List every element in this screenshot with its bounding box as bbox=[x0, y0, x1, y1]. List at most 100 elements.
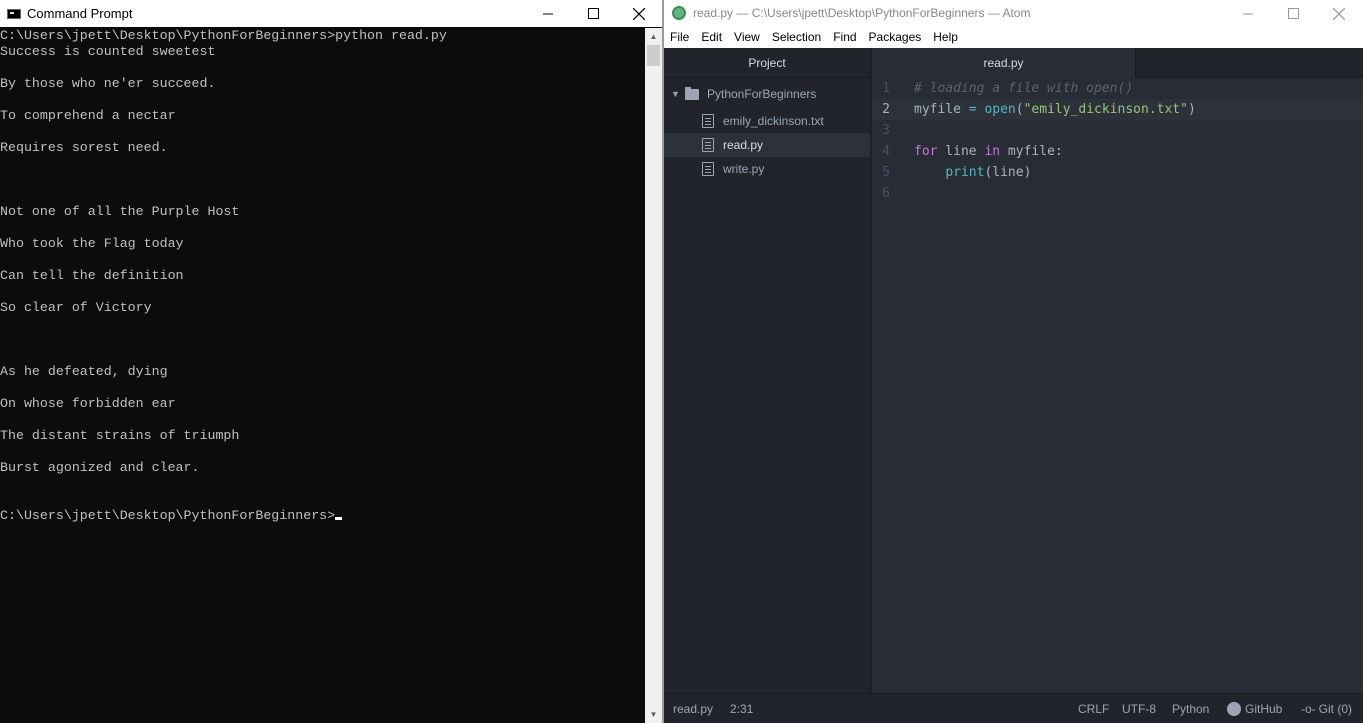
tab-read-py[interactable]: read.py bbox=[872, 48, 1136, 78]
menu-edit[interactable]: Edit bbox=[695, 30, 728, 44]
code-variable: myfile: bbox=[1000, 144, 1063, 159]
console-line: As he defeated, dying bbox=[0, 364, 168, 379]
tree-root-folder[interactable]: ▼ PythonForBeginners bbox=[664, 79, 870, 109]
console-icon bbox=[7, 8, 21, 19]
scroll-up-icon[interactable]: ▲ bbox=[645, 28, 662, 45]
menu-find[interactable]: Find bbox=[827, 30, 862, 44]
menu-help[interactable]: Help bbox=[927, 30, 964, 44]
status-grammar[interactable]: Python bbox=[1172, 694, 1209, 723]
scroll-thumb[interactable] bbox=[647, 45, 660, 66]
cmd-title-bar[interactable]: Command Prompt bbox=[0, 0, 662, 27]
status-file-name[interactable]: read.py bbox=[673, 694, 713, 723]
line-number: 4 bbox=[882, 144, 890, 159]
tree-item-label: read.py bbox=[723, 138, 764, 152]
atom-logo-icon bbox=[672, 6, 686, 20]
minimize-button[interactable] bbox=[525, 0, 571, 27]
atom-window-title: read.py — C:\Users\jpett\Desktop\PythonF… bbox=[693, 6, 1031, 20]
line-number: 2 bbox=[882, 102, 890, 117]
file-text-icon bbox=[702, 162, 714, 176]
line-number: 5 bbox=[882, 165, 890, 180]
code-keyword: in bbox=[984, 144, 1001, 159]
status-bar: read.py 2:31 CRLF UTF-8 Python GitHub -o… bbox=[664, 693, 1363, 723]
tree-item-emily-dickinson[interactable]: emily_dickinson.txt bbox=[664, 109, 870, 133]
code-line-1: 1 # loading a file with open() bbox=[872, 78, 1363, 99]
code-editor[interactable]: 1 # loading a file with open() 2 myfile … bbox=[872, 78, 1363, 693]
code-line-3: 3 bbox=[872, 120, 1363, 141]
atom-minimize-button[interactable] bbox=[1225, 0, 1271, 27]
folder-icon bbox=[685, 86, 699, 100]
console-line: Not one of all the Purple Host bbox=[0, 204, 240, 219]
menu-selection[interactable]: Selection bbox=[766, 30, 827, 44]
minimize-icon bbox=[1243, 13, 1253, 14]
line-number: 1 bbox=[882, 81, 890, 96]
status-line-ending[interactable]: CRLF bbox=[1078, 694, 1109, 723]
atom-maximize-button[interactable] bbox=[1270, 0, 1316, 27]
tree-root-label: PythonForBeginners bbox=[707, 87, 817, 101]
maximize-button[interactable] bbox=[570, 0, 616, 27]
code-line-4: 4 for line in myfile: bbox=[872, 141, 1363, 162]
vertical-scrollbar[interactable]: ▲ ▼ bbox=[645, 28, 662, 723]
code-comment: # loading a file with open() bbox=[914, 81, 1134, 96]
console-line: Who took the Flag today bbox=[0, 236, 184, 251]
menu-view[interactable]: View bbox=[728, 30, 766, 44]
github-icon bbox=[1227, 702, 1241, 716]
atom-close-button[interactable] bbox=[1316, 0, 1362, 27]
code-line-6: 6 bbox=[872, 183, 1363, 204]
code-operator: = bbox=[960, 102, 985, 117]
status-github[interactable]: GitHub bbox=[1227, 694, 1282, 723]
line-number: 3 bbox=[882, 123, 890, 138]
console-line: C:\Users\jpett\Desktop\PythonForBeginner… bbox=[0, 28, 447, 43]
command-prompt-window: Command Prompt C:\Users\jpett\Desktop\Py… bbox=[0, 0, 662, 723]
atom-title-bar[interactable]: read.py — C:\Users\jpett\Desktop\PythonF… bbox=[664, 0, 1363, 26]
code-variable: myfile bbox=[914, 102, 961, 117]
code-variable: line bbox=[937, 144, 985, 159]
code-keyword: for bbox=[914, 144, 938, 159]
scroll-down-icon[interactable]: ▼ bbox=[645, 706, 662, 723]
console-line: Burst agonized and clear. bbox=[0, 460, 200, 475]
code-line-2: 2 myfile = open("emily_dickinson.txt") bbox=[872, 99, 1363, 120]
minimize-icon bbox=[543, 13, 553, 14]
console-output[interactable]: C:\Users\jpett\Desktop\PythonForBeginner… bbox=[0, 28, 645, 723]
console-line: On whose forbidden ear bbox=[0, 396, 176, 411]
maximize-icon bbox=[1287, 8, 1299, 19]
code-function: open bbox=[984, 102, 1016, 117]
code-args: (line) bbox=[984, 165, 1032, 180]
project-tree: Project ▼ PythonForBeginners emily_dicki… bbox=[664, 48, 871, 693]
tree-item-read-py[interactable]: read.py bbox=[664, 133, 870, 157]
code-function: print bbox=[945, 165, 985, 180]
line-number: 6 bbox=[882, 186, 890, 201]
close-icon bbox=[633, 7, 645, 20]
console-line: The distant strains of triumph bbox=[0, 428, 240, 443]
console-line: Success is counted sweetest bbox=[0, 44, 216, 59]
menu-file[interactable]: File bbox=[664, 30, 695, 44]
tree-header-project[interactable]: Project bbox=[664, 48, 870, 78]
file-text-icon bbox=[702, 138, 714, 152]
console-line: Requires sorest need. bbox=[0, 140, 168, 155]
menu-packages[interactable]: Packages bbox=[863, 30, 928, 44]
text-cursor bbox=[335, 517, 343, 520]
tree-item-write-py[interactable]: write.py bbox=[664, 157, 870, 181]
console-prompt-line: C:\Users\jpett\Desktop\PythonForBeginner… bbox=[0, 508, 645, 524]
console-line: By those who ne'er succeed. bbox=[0, 76, 216, 91]
code-string: "emily_dickinson.txt" bbox=[1023, 102, 1188, 117]
cmd-window-title: Command Prompt bbox=[27, 6, 133, 21]
status-cursor-position[interactable]: 2:31 bbox=[730, 694, 753, 723]
status-encoding[interactable]: UTF-8 bbox=[1122, 694, 1156, 723]
status-git[interactable]: -o- Git (0) bbox=[1301, 694, 1352, 723]
close-button[interactable] bbox=[616, 0, 662, 27]
